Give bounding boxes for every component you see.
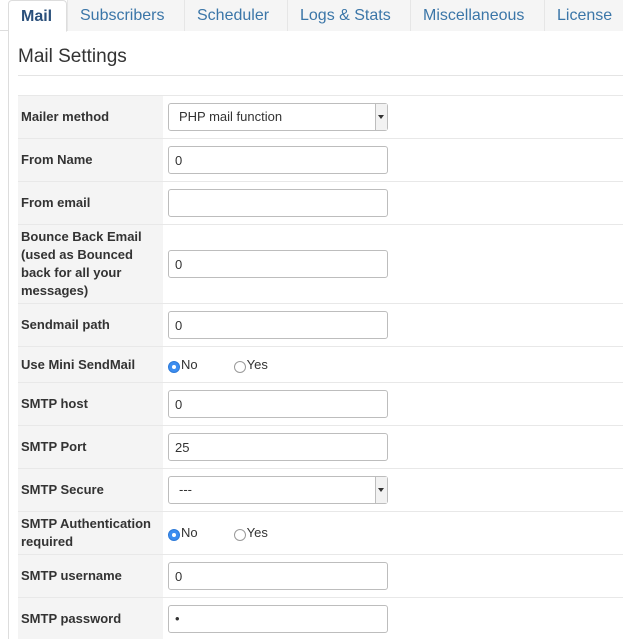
smtp-host-input[interactable] (168, 390, 388, 418)
row-mailer-method: Mailer method PHP mail function (18, 95, 623, 138)
smtp-username-label: SMTP username (18, 555, 163, 597)
radio-label-yes: Yes (246, 525, 268, 540)
radio-label-yes: Yes (246, 356, 268, 372)
smtp-auth-no-option[interactable]: No (168, 525, 198, 541)
from-name-label: From Name (18, 139, 163, 181)
smtp-secure-value: --- (179, 482, 192, 497)
tab-content-border (8, 31, 9, 639)
row-smtp-host: SMTP host (18, 382, 623, 425)
chevron-down-icon (375, 477, 387, 503)
use-mini-sendmail-label: Use Mini SendMail (18, 347, 163, 382)
radio-checked-icon[interactable] (168, 529, 180, 541)
smtp-host-label: SMTP host (18, 383, 163, 425)
row-smtp-auth: SMTP Authentication required No Yes (18, 511, 623, 554)
mail-settings-page: Mail Subscribers Scheduler Logs & Stats … (0, 0, 623, 639)
row-smtp-port: SMTP Port (18, 425, 623, 468)
smtp-auth-label: SMTP Authentication required (18, 512, 163, 554)
smtp-secure-select[interactable]: --- (168, 476, 388, 504)
sendmail-path-label: Sendmail path (18, 304, 163, 346)
mailer-method-label: Mailer method (18, 96, 163, 138)
tab-scheduler[interactable]: Scheduler (184, 0, 287, 31)
radio-label-no: No (181, 356, 198, 372)
title-divider (18, 75, 623, 76)
row-sendmail-path: Sendmail path (18, 303, 623, 346)
page-title: Mail Settings (18, 46, 127, 67)
tab-logs-stats[interactable]: Logs & Stats (287, 0, 410, 31)
radio-unchecked-icon[interactable] (233, 360, 246, 373)
row-bounce-back-email: Bounce Back Email (used as Bounced back … (18, 224, 623, 303)
chevron-down-icon (375, 104, 387, 130)
use-mini-sendmail-no-option[interactable]: No (168, 357, 198, 373)
row-from-email: From email (18, 181, 623, 224)
smtp-auth-radio-group: No Yes (168, 525, 268, 541)
row-smtp-password: SMTP password (18, 597, 623, 639)
radio-unchecked-icon[interactable] (233, 529, 246, 541)
radio-label-no: No (181, 525, 198, 540)
from-email-label: From email (18, 182, 163, 224)
smtp-auth-yes-option[interactable]: Yes (233, 525, 268, 541)
tab-mail[interactable]: Mail (8, 0, 67, 32)
smtp-port-input[interactable] (168, 433, 388, 461)
from-email-input[interactable] (168, 189, 388, 217)
tab-bar: Mail Subscribers Scheduler Logs & Stats … (0, 0, 623, 32)
use-mini-sendmail-radio-group: No Yes (168, 357, 268, 373)
row-smtp-username: SMTP username (18, 554, 623, 597)
mailer-method-select[interactable]: PHP mail function (168, 103, 388, 131)
smtp-port-label: SMTP Port (18, 426, 163, 468)
smtp-password-input[interactable] (168, 604, 388, 633)
smtp-password-label: SMTP password (18, 598, 163, 639)
smtp-username-input[interactable] (168, 562, 388, 590)
bounce-back-email-input[interactable] (168, 250, 388, 278)
radio-checked-icon[interactable] (168, 360, 180, 373)
mailer-method-value: PHP mail function (179, 109, 283, 124)
bounce-back-email-label: Bounce Back Email (used as Bounced back … (18, 225, 163, 303)
row-use-mini-sendmail: Use Mini SendMail No Yes (18, 346, 623, 382)
tab-subscribers[interactable]: Subscribers (67, 0, 184, 31)
tab-miscellaneous[interactable]: Miscellaneous (410, 0, 544, 31)
tab-license[interactable]: License (544, 0, 623, 31)
row-from-name: From Name (18, 138, 623, 181)
sendmail-path-input[interactable] (168, 311, 388, 339)
smtp-secure-label: SMTP Secure (18, 469, 163, 511)
row-smtp-secure: SMTP Secure --- (18, 468, 623, 511)
use-mini-sendmail-yes-option[interactable]: Yes (233, 356, 268, 373)
from-name-input[interactable] (168, 146, 388, 174)
